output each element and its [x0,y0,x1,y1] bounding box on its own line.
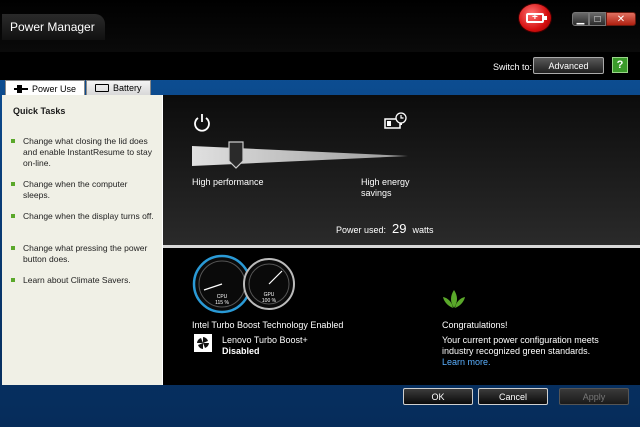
ok-button[interactable]: OK [403,388,473,405]
bullet-icon [11,214,15,218]
learn-more-link[interactable]: Learn more. [442,357,491,367]
power-used-unit: watts [412,225,434,235]
congratulations-title: Congratulations! [442,320,508,330]
power-used-label: Power used: [336,225,387,235]
title-bar: Power Manager + ▁ □ ✕ [0,0,640,52]
turbo-fan-icon[interactable] [194,334,212,352]
turbo-boost-status: Disabled [222,346,260,356]
task-text[interactable]: Change when the computer sleeps. [23,179,156,201]
task-text[interactable]: Change what pressing the power button do… [23,243,156,265]
quick-tasks-title: Quick Tasks [13,106,66,116]
green-standards-message: Your current power configuration meets i… [442,335,599,356]
green-leaf-icon [443,290,465,308]
task-text[interactable]: Change what closing the lid does and ena… [23,136,156,169]
gpu-gauge: GPU 100 % [243,258,295,310]
power-manager-logo-icon: + [518,3,552,33]
task-display[interactable]: Change when the display turns off. [11,211,156,222]
maximize-button[interactable]: □ [589,12,606,26]
high-performance-label: High performance [192,177,264,187]
close-button[interactable]: ✕ [606,12,636,26]
bullet-icon [11,139,15,143]
task-text[interactable]: Learn about Climate Savers. [23,275,131,286]
task-sleep[interactable]: Change when the computer sleeps. [11,179,156,201]
task-power-button[interactable]: Change what pressing the power button do… [11,243,156,265]
bullet-icon [11,246,15,250]
tab-label: Battery [113,83,142,93]
high-energy-savings-label: High energy savings [361,177,410,198]
cpu-gauge-value: 115 % [215,300,229,306]
task-climate[interactable]: Learn about Climate Savers. [11,275,156,286]
energy-saving-battery-icon [384,112,407,129]
plug-icon [14,84,28,93]
cancel-button[interactable]: Cancel [478,388,548,405]
task-lid[interactable]: Change what closing the lid does and ena… [11,136,156,169]
turbo-boost-name: Lenovo Turbo Boost+ [222,335,308,345]
battery-icon [95,84,110,92]
bullet-icon [11,182,15,186]
apply-button[interactable]: Apply [559,388,629,405]
tab-power-use[interactable]: Power Use [5,80,86,96]
power-used-readout: Power used: 29 watts [336,221,434,236]
minimize-button[interactable]: ▁ [572,12,589,26]
tab-bar: Power Use Battery [5,80,152,96]
window-title: Power Manager [2,14,105,40]
performance-power-icon [194,114,210,132]
turbo-boost-title: Intel Turbo Boost Technology Enabled [192,320,344,330]
bullet-icon [11,278,15,282]
tab-label: Power Use [32,83,77,94]
task-text[interactable]: Change when the display turns off. [23,211,154,222]
tab-battery[interactable]: Battery [86,80,151,95]
cpu-gauge: CPU 115 % [192,254,252,314]
power-slider-thumb[interactable] [228,141,244,169]
advanced-button[interactable]: Advanced [533,57,604,74]
power-manager-window: Power Manager + ▁ □ ✕ Switch to: Advance… [0,0,640,427]
gpu-gauge-value: 100 % [262,298,277,304]
help-icon[interactable]: ? [612,57,628,73]
power-used-value: 29 [392,221,407,236]
cpu-gpu-gauges: CPU 115 % GPU 100 % [192,254,295,314]
switch-to-label: Switch to: [493,62,533,72]
power-slider-track[interactable] [192,145,408,167]
